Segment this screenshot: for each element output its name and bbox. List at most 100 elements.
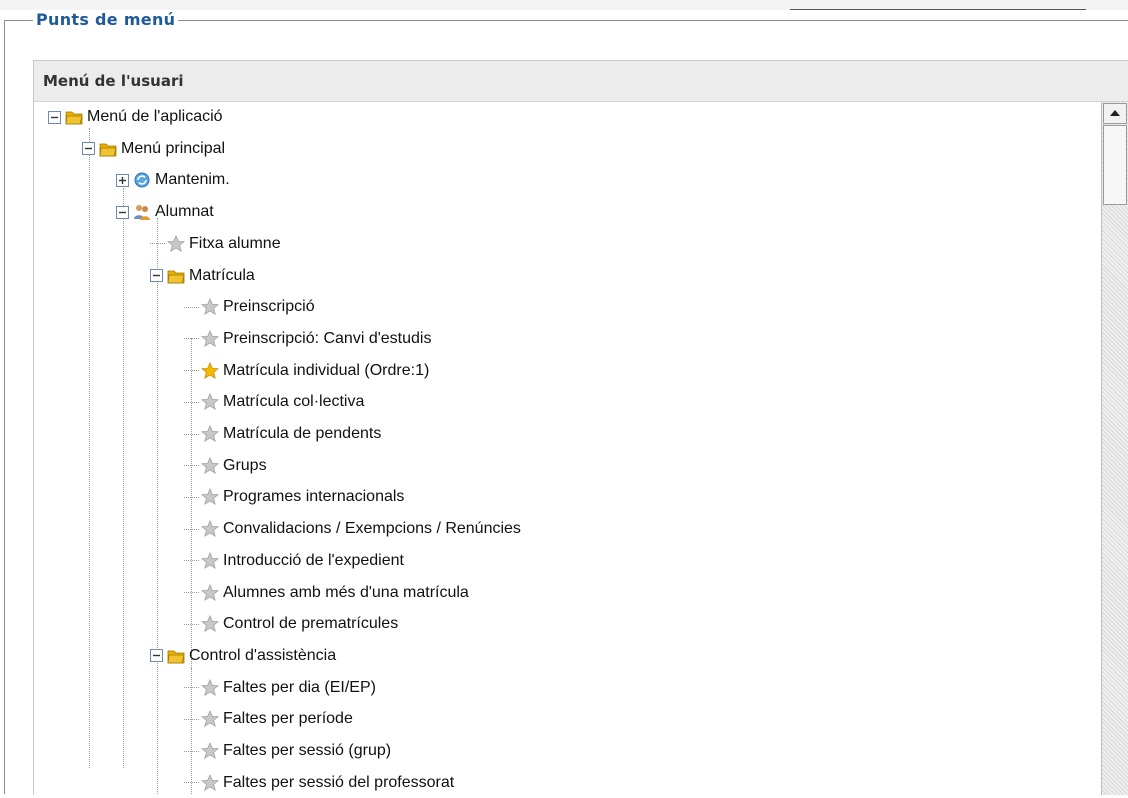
tree-node[interactable]: Programes internacionals	[184, 482, 404, 512]
tree-node[interactable]: Menú principal	[82, 134, 225, 164]
folder-open-icon	[167, 267, 185, 285]
tree-node-label[interactable]: Faltes per sessió del professorat	[223, 774, 454, 792]
star-icon	[200, 488, 220, 506]
expand-plus-icon[interactable]	[116, 173, 129, 187]
tree-node[interactable]: Menú de l'aplicació	[48, 102, 223, 132]
tree-node[interactable]: Fitxa alumne	[150, 229, 281, 259]
vertical-scrollbar[interactable]	[1101, 102, 1128, 795]
tree-node[interactable]: Preinscripció	[184, 292, 315, 322]
star-icon	[200, 424, 220, 443]
scroll-up-button[interactable]	[1103, 103, 1127, 124]
tree-node[interactable]: Convalidacions / Exempcions / Renúncies	[184, 514, 521, 544]
tree-connector-line	[184, 623, 199, 625]
tree-guide-line	[157, 218, 158, 794]
tree-node[interactable]: Matrícula individual (Ordre:1)	[184, 356, 429, 386]
tree-node[interactable]: Faltes per dia (EI/EP)	[184, 673, 376, 703]
tree-node-label[interactable]: Fitxa alumne	[189, 235, 281, 253]
tree-connector-line	[184, 306, 199, 308]
tree-node-label[interactable]: Introducció de l'expedient	[223, 552, 404, 570]
tree-node-label[interactable]: Programes internacionals	[223, 488, 404, 506]
tree-node[interactable]: Preinscripció: Canvi d'estudis	[184, 324, 431, 354]
tree-node-label[interactable]: Control d'assistència	[189, 647, 336, 665]
star-icon	[200, 329, 220, 348]
tree-connector-line	[184, 370, 199, 372]
collapse-minus-icon[interactable]	[150, 269, 163, 282]
tree-connector-line	[184, 782, 199, 784]
star-gold-icon	[200, 361, 220, 380]
star-icon	[200, 741, 220, 760]
tree-connector-line	[184, 560, 199, 562]
tree-node-label[interactable]: Faltes per període	[223, 710, 353, 728]
tree-node[interactable]: Alumnes amb més d'una matrícula	[184, 578, 469, 608]
star-icon	[200, 710, 220, 728]
tree-node[interactable]: Control de prematrícules	[184, 609, 398, 639]
tree-node-label[interactable]: Matrícula	[189, 267, 255, 285]
folder-open-icon	[65, 108, 83, 126]
star-icon	[200, 298, 220, 316]
users-icon	[133, 203, 151, 221]
tree-node[interactable]: Matrícula col·lectiva	[184, 387, 364, 417]
tree-node[interactable]: Mantenim.	[116, 165, 230, 195]
tree-node[interactable]: Control d'assistència	[150, 641, 336, 671]
star-icon	[200, 551, 220, 570]
tree-node-label[interactable]: Matrícula individual (Ordre:1)	[223, 362, 429, 380]
top-input-underline[interactable]	[790, 9, 1086, 10]
star-icon	[200, 456, 220, 475]
tree-node-label[interactable]: Matrícula col·lectiva	[223, 393, 364, 411]
tree-connector-line	[184, 750, 199, 752]
fieldset-legend: Punts de menú	[33, 10, 179, 30]
menu-tree: Menú de l'aplicació Menú principal Manteni…	[34, 102, 1100, 795]
tree-node-label[interactable]: Menú principal	[121, 140, 225, 158]
star-icon	[200, 393, 220, 411]
tree-guide-line	[123, 188, 124, 768]
tree-connector-line	[184, 401, 199, 403]
tree-node-label[interactable]: Menú de l'aplicació	[87, 108, 223, 126]
tree-connector-line	[184, 433, 199, 435]
collapse-minus-icon[interactable]	[48, 110, 61, 124]
tree-connector-line	[184, 338, 199, 340]
collapse-minus-icon[interactable]	[150, 649, 163, 663]
panel-header: Menú de l'usuari	[34, 61, 1128, 102]
scroll-thumb[interactable]	[1103, 125, 1127, 205]
tree-connector-line	[184, 592, 199, 593]
tree-node[interactable]: Faltes per període	[184, 704, 353, 734]
scroll-up-arrow-icon	[1110, 110, 1120, 116]
tree-node-label[interactable]: Mantenim.	[155, 171, 230, 189]
tree-node[interactable]: Faltes per sessió del professorat	[184, 768, 454, 798]
panel-title: Menú de l'usuari	[43, 72, 184, 90]
star-icon	[166, 234, 186, 253]
star-icon	[200, 520, 220, 538]
star-icon	[200, 615, 220, 633]
star-icon	[200, 773, 220, 792]
tree-node-label[interactable]: Grups	[223, 457, 267, 475]
user-menu-panel: Menú de l'usuari Menú de l'aplicació Menú…	[33, 60, 1128, 795]
tree-node-label[interactable]: Matrícula de pendents	[223, 425, 381, 443]
collapse-minus-icon[interactable]	[116, 205, 129, 219]
tree-node-label[interactable]: Alumnat	[155, 203, 214, 221]
gear-refresh-icon	[133, 171, 151, 189]
tree-connector-line	[184, 465, 199, 467]
tree-node[interactable]: Alumnat	[116, 197, 214, 227]
tree-node-label[interactable]: Control de prematrícules	[223, 615, 398, 633]
tree-connector-line	[150, 243, 165, 245]
tree-node[interactable]: Grups	[184, 451, 267, 481]
collapse-minus-icon[interactable]	[82, 142, 95, 156]
tree-node-label[interactable]: Alumnes amb més d'una matrícula	[223, 584, 469, 602]
star-icon	[200, 583, 220, 602]
tree-node-label[interactable]: Convalidacions / Exempcions / Renúncies	[223, 520, 521, 538]
tree-connector-line	[184, 687, 199, 689]
tree-node-label[interactable]: Preinscripció	[223, 298, 315, 316]
folder-open-icon	[167, 647, 185, 665]
tree-node-label[interactable]: Faltes per dia (EI/EP)	[223, 679, 376, 697]
tree-node[interactable]: Introducció de l'expedient	[184, 546, 404, 576]
star-icon	[200, 678, 220, 697]
tree-connector-line	[184, 496, 199, 498]
tree-node-label[interactable]: Preinscripció: Canvi d'estudis	[223, 330, 431, 348]
tree-connector-line	[184, 718, 199, 720]
tree-node[interactable]: Faltes per sessió (grup)	[184, 736, 391, 766]
folder-open-icon	[99, 140, 117, 158]
tree-node[interactable]: Matrícula de pendents	[184, 419, 381, 449]
tree-node-label[interactable]: Faltes per sessió (grup)	[223, 742, 391, 760]
tree-connector-line	[184, 528, 199, 530]
tree-node[interactable]: Matrícula	[150, 261, 255, 291]
